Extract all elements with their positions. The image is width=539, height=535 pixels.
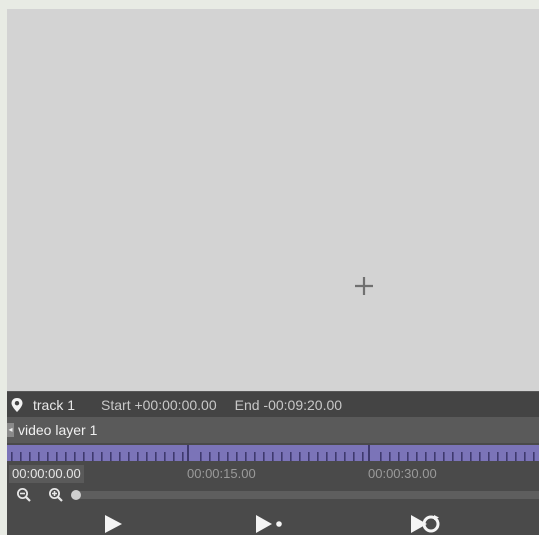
ruler-ticks [11,445,535,461]
ruler-tick [227,452,229,461]
ruler-tick [353,452,355,461]
loop-play-icon[interactable] [407,509,443,535]
ruler-tick [65,452,67,461]
ruler-tick [407,452,409,461]
zoom-controls [7,485,539,505]
zoom-in-icon[interactable] [47,486,65,504]
ruler-tick [533,452,535,461]
ruler-tick [380,452,382,461]
ruler-tick [416,452,418,461]
app-frame: track 1 Start +00:00:00.00 End -00:09:20… [7,9,539,535]
ruler-tick [470,452,472,461]
ruler-tick [146,452,148,461]
ruler-tick [479,452,481,461]
ruler-tick [47,452,49,461]
play-step-icon[interactable] [251,509,287,535]
ruler-tick [281,452,283,461]
crosshair-icon [355,277,373,295]
ruler-tick [389,452,391,461]
ruler-tick [497,452,499,461]
ruler-tick [119,452,121,461]
ruler-tick [443,452,445,461]
ruler-tick [452,452,454,461]
transport-controls [7,505,539,535]
zoom-out-icon[interactable] [15,486,33,504]
ruler-tick [200,452,202,461]
current-time[interactable]: 00:00:00.00 [9,465,84,483]
ruler-tick [92,452,94,461]
track-start-time: Start +00:00:00.00 [101,396,217,413]
viewer-canvas[interactable] [7,9,539,391]
ruler-strip[interactable] [7,445,539,461]
ruler-tick [335,452,337,461]
layer-name: video layer 1 [18,422,98,438]
ruler-tick [515,452,517,461]
ruler-tick [308,452,310,461]
ruler-tick [11,452,13,461]
ruler-tick [326,452,328,461]
ruler-tick [461,452,463,461]
ruler-tick [524,452,526,461]
ruler-tick [155,452,157,461]
track-name: track 1 [33,396,76,413]
ruler-tick [236,452,238,461]
ruler-tick [137,452,139,461]
zoom-slider-track[interactable] [71,491,539,499]
ruler-tick [20,452,22,461]
ruler-tick [29,452,31,461]
ruler-tick [254,452,256,461]
ruler-tick [434,452,436,461]
ruler-tick [56,452,58,461]
ruler-tick [362,452,364,461]
ruler-tick [128,452,130,461]
time-marker: 00:00:30.00 [368,466,437,481]
ruler-tick [290,452,292,461]
ruler-tick [344,452,346,461]
ruler-major-tick [187,445,189,461]
ruler-tick [425,452,427,461]
timeline-ruler[interactable] [7,443,539,463]
ruler-tick [488,452,490,461]
ruler-tick [209,452,211,461]
ruler-tick [272,452,274,461]
ruler-tick [263,452,265,461]
zoom-slider-knob[interactable] [71,490,81,500]
collapse-handle-icon[interactable]: ◂ [7,423,14,437]
ruler-tick [38,452,40,461]
play-icon[interactable] [95,509,131,535]
ruler-tick [182,452,184,461]
ruler-tick [164,452,166,461]
ruler-tick [245,452,247,461]
ruler-tick [398,452,400,461]
ruler-tick [506,452,508,461]
ruler-tick [101,452,103,461]
ruler-major-tick [368,445,370,461]
ruler-tick [110,452,112,461]
time-labels-row: 00:00:00.00 00:00:15.00 00:00:30.00 [7,463,539,485]
ruler-tick [299,452,301,461]
layer-row[interactable]: ◂ video layer 1 [7,417,539,443]
track-end-time: End -00:09:20.00 [234,396,343,413]
ruler-tick [317,452,319,461]
ruler-tick [74,452,76,461]
ruler-tick [218,452,220,461]
track-header[interactable]: track 1 Start +00:00:00.00 End -00:09:20… [7,391,539,417]
location-pin-icon[interactable] [9,397,25,413]
ruler-tick [83,452,85,461]
time-marker: 00:00:15.00 [187,466,256,481]
ruler-tick [173,452,175,461]
